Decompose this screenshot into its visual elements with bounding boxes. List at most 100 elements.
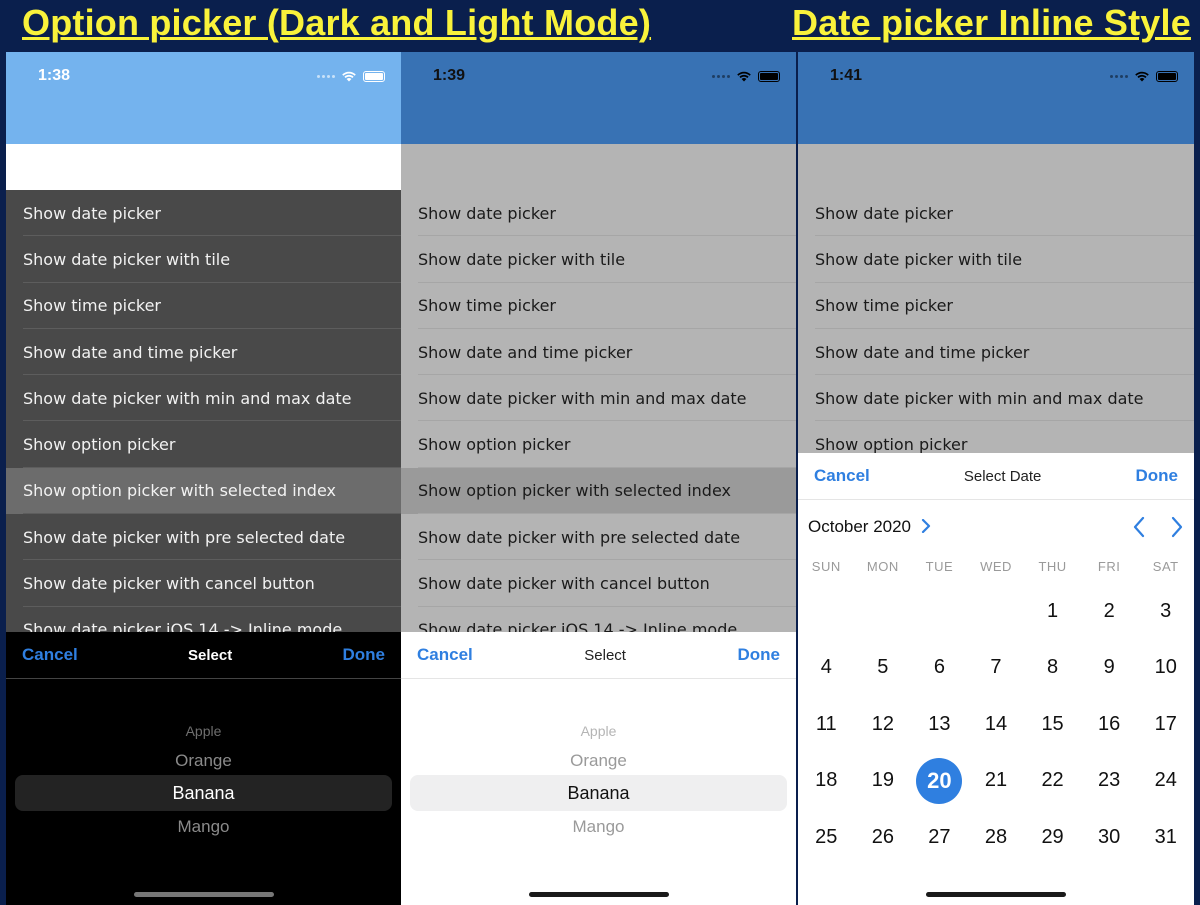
menu-item[interactable]: Show date picker with cancel button [401,560,796,607]
calendar-day[interactable]: 31 [1137,809,1194,866]
empty-day-cell [855,583,912,640]
menu-item[interactable]: Show date picker with tile [798,236,1194,283]
calendar-day[interactable]: 19 [855,753,912,810]
calendar-day[interactable]: 5 [855,640,912,697]
wheel-option[interactable]: Orange [6,751,401,771]
empty-day-cell [968,583,1025,640]
picker-toolbar: Cancel Select Date Done [798,453,1194,500]
wheel-option[interactable]: Mango [6,817,401,837]
navigation-bar: 1:38 [6,52,401,144]
done-button[interactable]: Done [737,645,780,665]
menu-item[interactable]: Show option picker [6,421,401,469]
menu-item[interactable]: Show date picker with min and max date [6,375,401,422]
weekday-label: SAT [1152,559,1179,574]
picker-toolbar: Cancel Select Done [6,632,401,679]
calendar-day[interactable]: 17 [1137,696,1194,753]
calendar-day[interactable]: 11 [798,696,855,753]
calendar-day[interactable]: 30 [1081,809,1138,866]
weekday-label: FRI [1097,559,1121,574]
done-button[interactable]: Done [342,645,385,665]
calendar-day[interactable]: 8 [1024,640,1081,697]
calendar-day[interactable]: 24 [1137,753,1194,810]
calendar-day[interactable]: 16 [1081,696,1138,753]
menu-item[interactable]: Show date picker with tile [401,236,796,283]
battery-icon [758,70,780,82]
day-number: 12 [871,712,894,735]
picker-title: Select [584,646,626,664]
day-number: 14 [984,712,1008,735]
next-month-icon[interactable] [1170,516,1184,538]
day-number: 1 [1047,599,1059,622]
menu-item[interactable]: Show date picker with tile [6,236,401,283]
day-number: 10 [1154,656,1177,679]
previous-month-icon[interactable] [1132,516,1146,538]
date-picker-sheet: Cancel Select Date Done October 2020 SUN… [798,453,1194,905]
calendar-day[interactable]: 7 [968,640,1025,697]
menu-item[interactable]: Show date picker with pre selected date [401,514,796,561]
selected-day[interactable]: 20 [911,753,968,810]
menu-item[interactable]: Show date picker with min and max date [798,375,1194,422]
weekday-header: SUN MON TUE WED THU FRI SAT [798,559,1194,574]
menu-item[interactable]: Show date and time picker [6,329,401,376]
wheel-option[interactable]: Apple [401,723,796,739]
calendar-grid: 1 2 3 4 5 6 7 8 9 10 11 12 13 14 15 16 17 18 19 20 21 22 23 24 2… [798,583,1194,866]
cancel-button[interactable]: Cancel [814,466,870,486]
day-number: 20 [916,757,963,804]
menu-item[interactable]: Show date picker with cancel button [6,560,401,607]
day-number [860,588,906,634]
menu-item[interactable]: Show time picker [401,283,796,330]
calendar-day[interactable]: 2 [1081,583,1138,640]
menu-item[interactable]: Show date picker [6,190,401,237]
weekday-label: WED [980,559,1012,574]
calendar-day[interactable]: 6 [911,640,968,697]
month-label[interactable]: October 2020 [808,517,911,537]
wheel-option[interactable]: Mango [401,817,796,837]
chevron-right-icon[interactable] [921,517,931,538]
menu-item[interactable]: Show date picker with min and max date [401,375,796,422]
menu-item[interactable]: Show time picker [6,283,401,330]
done-button[interactable]: Done [1135,466,1178,486]
home-indicator [926,892,1066,897]
day-number: 11 [815,712,837,735]
menu-item-selected[interactable]: Show option picker with selected index [6,467,401,515]
wheel-option-selected[interactable]: Banana [401,783,796,804]
day-number: 23 [1098,769,1121,792]
menu-item[interactable]: Show date picker [401,190,796,237]
calendar-day[interactable]: 13 [911,696,968,753]
calendar-day[interactable]: 15 [1024,696,1081,753]
menu-item[interactable]: Show date picker [798,190,1194,237]
menu-item[interactable]: Show option picker [401,421,796,469]
calendar-day[interactable]: 3 [1137,583,1194,640]
wheel-option-selected[interactable]: Banana [6,783,401,804]
wheel-option[interactable]: Orange [401,751,796,771]
calendar-day[interactable]: 21 [968,753,1025,810]
calendar-day[interactable]: 23 [1081,753,1138,810]
day-number: 28 [984,825,1008,848]
calendar-day[interactable]: 29 [1024,809,1081,866]
calendar-day[interactable]: 27 [911,809,968,866]
menu-item[interactable]: Show date and time picker [401,329,796,376]
picker-title: Select Date [963,467,1042,485]
calendar-day[interactable]: 10 [1137,640,1194,697]
calendar-day[interactable]: 4 [798,640,855,697]
day-number: 3 [1160,599,1172,622]
cancel-button[interactable]: Cancel [22,645,78,665]
calendar-day[interactable]: 9 [1081,640,1138,697]
navigation-bar: 1:39 [401,52,796,144]
calendar-day[interactable]: 25 [798,809,855,866]
cancel-button[interactable]: Cancel [417,645,473,665]
menu-list: Show date picker Show date picker with t… [6,190,401,654]
calendar-day[interactable]: 22 [1024,753,1081,810]
calendar-day[interactable]: 14 [968,696,1025,753]
calendar-day[interactable]: 18 [798,753,855,810]
menu-item-selected[interactable]: Show option picker with selected index [401,467,796,515]
calendar-day[interactable]: 26 [855,809,912,866]
wheel-option[interactable]: Apple [6,723,401,739]
status-time: 1:38 [38,67,71,84]
menu-item[interactable]: Show date and time picker [798,329,1194,376]
calendar-day[interactable]: 1 [1024,583,1081,640]
calendar-day[interactable]: 28 [968,809,1025,866]
menu-item[interactable]: Show date picker with pre selected date [6,514,401,561]
menu-item[interactable]: Show time picker [798,283,1194,330]
calendar-day[interactable]: 12 [855,696,912,753]
